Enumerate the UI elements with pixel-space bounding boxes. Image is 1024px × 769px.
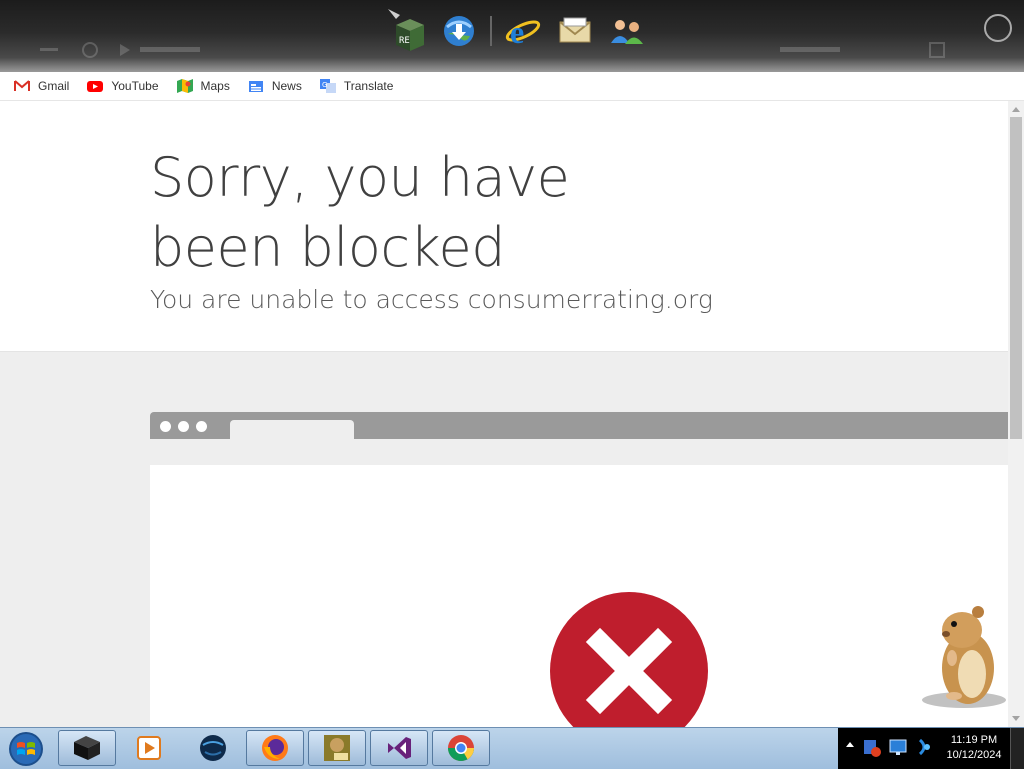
page-header: Sorry, you have been blocked You are una… bbox=[0, 101, 1008, 351]
scroll-up-arrow-icon[interactable] bbox=[1012, 107, 1020, 112]
users-icon[interactable] bbox=[606, 10, 648, 52]
taskbar-app-visual-studio[interactable] bbox=[370, 730, 428, 766]
bookmark-maps[interactable]: Maps bbox=[176, 79, 230, 93]
tray-expand-icon[interactable] bbox=[846, 742, 854, 747]
bookmark-youtube[interactable]: YouTube bbox=[87, 79, 159, 93]
bookmarks-bar: Gmail YouTube Maps News G Translate bbox=[0, 72, 1024, 101]
gmail-icon bbox=[14, 80, 30, 91]
window-dot bbox=[196, 421, 207, 432]
tray-network-icon[interactable] bbox=[914, 736, 934, 758]
app-dock: RE e bbox=[386, 4, 648, 58]
illustration-area bbox=[0, 351, 1008, 727]
top-dock-bar: RE e bbox=[0, 0, 1024, 72]
window-dot bbox=[178, 421, 189, 432]
windows-logo-icon bbox=[9, 732, 43, 766]
clock-time: 11:19 PM bbox=[950, 734, 998, 746]
news-icon bbox=[248, 81, 263, 92]
profile-icon[interactable] bbox=[984, 14, 1012, 42]
globe-download-icon[interactable] bbox=[438, 10, 480, 52]
mail-envelope-icon[interactable] bbox=[554, 10, 596, 52]
svg-text:G: G bbox=[322, 81, 327, 89]
youtube-icon bbox=[87, 81, 104, 92]
taskbar-app-black-box[interactable] bbox=[58, 730, 116, 766]
svg-text:e: e bbox=[510, 14, 524, 49]
bookmark-label: Gmail bbox=[38, 79, 70, 93]
dock-separator bbox=[490, 16, 492, 46]
taskbar-app-globe[interactable] bbox=[184, 730, 242, 766]
taskbar-app-firefox[interactable] bbox=[246, 730, 304, 766]
internet-explorer-icon[interactable]: e bbox=[502, 10, 544, 52]
translate-icon: G bbox=[319, 79, 336, 93]
hamster-mascot-icon[interactable] bbox=[918, 604, 1008, 710]
taskbar-app-media-player[interactable] bbox=[120, 730, 178, 766]
page-title: Sorry, you have been blocked bbox=[150, 146, 570, 279]
start-button[interactable] bbox=[4, 729, 48, 769]
cube-app-icon[interactable]: RE bbox=[386, 9, 428, 52]
clock-date: 10/12/2024 bbox=[946, 749, 1002, 761]
error-x-icon bbox=[550, 592, 708, 727]
blocked-page: Sorry, you have been blocked You are una… bbox=[0, 101, 1008, 727]
scroll-thumb[interactable] bbox=[1010, 117, 1022, 439]
maps-icon bbox=[176, 79, 193, 93]
bookmark-translate[interactable]: G Translate bbox=[319, 79, 394, 93]
bookmark-gmail[interactable]: Gmail bbox=[14, 79, 69, 93]
bookmark-label: Maps bbox=[200, 79, 230, 93]
black-box-icon bbox=[74, 736, 100, 760]
firefox-icon bbox=[262, 735, 288, 761]
bookmark-label: Translate bbox=[343, 79, 394, 93]
tray-monitor-icon[interactable] bbox=[888, 736, 908, 758]
globe-app-icon bbox=[200, 735, 226, 761]
scroll-down-arrow-icon[interactable] bbox=[1012, 716, 1020, 721]
bookmark-label: YouTube bbox=[111, 79, 159, 93]
bookmark-label: News bbox=[271, 79, 302, 93]
chrome-icon bbox=[447, 735, 475, 762]
taskbar-clock[interactable]: 11:19 PM 10/12/2024 bbox=[938, 728, 1010, 769]
media-player-icon bbox=[137, 736, 161, 760]
box-game-icon bbox=[324, 735, 350, 761]
taskbar: 11:19 PM 10/12/2024 bbox=[0, 727, 1024, 769]
tray-app-icon[interactable] bbox=[862, 736, 882, 758]
page-scrollbar[interactable] bbox=[1008, 101, 1024, 727]
show-desktop-button[interactable] bbox=[1010, 728, 1024, 769]
browser-illustration-tab bbox=[230, 420, 354, 439]
tray-icons bbox=[862, 736, 934, 758]
taskbar-app-box-game[interactable] bbox=[308, 730, 366, 766]
bookmark-news[interactable]: News bbox=[248, 79, 302, 93]
visual-studio-icon bbox=[388, 737, 411, 759]
page-subtitle: You are unable to access consumerrating.… bbox=[150, 285, 713, 314]
svg-text:RE: RE bbox=[399, 36, 410, 46]
taskbar-app-chrome[interactable] bbox=[432, 730, 490, 766]
window-dot bbox=[160, 421, 171, 432]
